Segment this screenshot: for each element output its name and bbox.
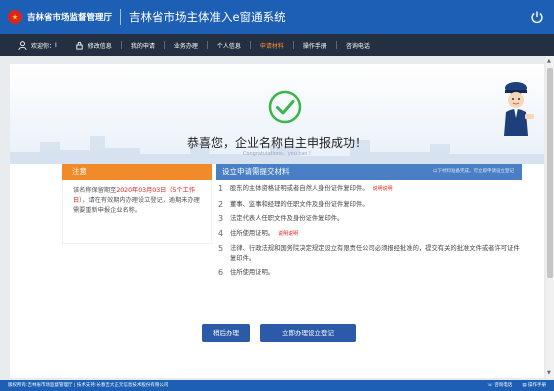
nav-divider (163, 41, 165, 49)
page-scrollbar[interactable]: ▲ ▼ (546, 56, 554, 378)
nav-hotline[interactable]: 咨询电话 (346, 41, 370, 50)
list-item: 4 住所使用证明。 说明说明 (216, 229, 522, 240)
item-number: 2 (218, 199, 224, 209)
top-nav: 欢迎你： I 修改信息 我的申请 业务办理 个人信息 申请材料 操作手册 咨询电… (0, 34, 554, 56)
notice-title: 注意 (62, 164, 212, 180)
page-footer: 版权所有:吉林省市场监督管理厅 | 技术支持:长春吉大正元信息技术股份有限公司 … (0, 380, 554, 391)
nav-my-applications[interactable]: 我的申请 (131, 41, 155, 50)
explain-link[interactable]: 说明说明 (278, 231, 298, 237)
list-item: 6 住所使用证明。 (216, 268, 522, 278)
item-text: 董事、监事和经理的任职文件及身份证件复印件。 (230, 200, 369, 208)
item-text: 住所使用证明。 说明说明 (230, 229, 299, 237)
materials-title: 设立申请需提交材料 (222, 167, 290, 176)
scrollbar-thumb[interactable] (547, 68, 553, 278)
agency-name: 吉林省市场监督管理厅 (27, 13, 113, 23)
scroll-down-icon[interactable]: ▼ (547, 370, 551, 376)
handle-later-button[interactable]: 稍后办理 (202, 324, 250, 342)
list-item: 2 董事、监事和经理的任职文件及身份证件复印件。 (216, 200, 522, 210)
power-icon[interactable] (530, 10, 544, 24)
item-text: 股东的主体资格证明或者自然人身份证件复印件。 说明说明 (230, 185, 393, 192)
materials-list: 1 股东的主体资格证明或者自然人身份证件复印件。 说明说明 2 董事、监事和经理的… (216, 180, 522, 278)
success-subtitle: Congratulations，you can ! (242, 151, 312, 157)
change-info-label: 修改信息 (87, 42, 112, 50)
nav-business[interactable]: 业务办理 (174, 41, 198, 50)
welcome-label: 欢迎你： (31, 42, 56, 50)
nav-manual[interactable]: 操作手册 (303, 41, 327, 50)
nav-divider (206, 41, 208, 49)
item-text: 住所使用证明。 (230, 269, 275, 276)
materials-panel: 设立申请需提交材料 以下材料准备完成，可立即申请设立登记 1 股东的主体资格证明… (216, 164, 522, 314)
item-text: 法律、行政法规和国务院决定规定设立有限责任公司必须报经批准的，提交有关的批准文件… (230, 245, 520, 262)
change-info-link[interactable]: 修改信息 (75, 41, 112, 50)
copyright-text: 版权所有:吉林省市场监督管理厅 | 技术支持:长春吉大正元信息技术股份有限公司 (8, 383, 169, 388)
item-number: 5 (218, 244, 224, 253)
user-name: I (55, 41, 57, 49)
main-content: 恭喜您，企业名称自主申报成功！ Congratulations，you can … (10, 64, 544, 378)
nav-divider (120, 41, 122, 49)
scroll-up-icon[interactable]: ▲ (547, 58, 551, 64)
app-header: 吉林省市场监督管理厅 吉林省市场主体准入e窗通系统 (0, 0, 554, 34)
user-icon (18, 40, 27, 50)
header-divider (120, 9, 122, 25)
footer-manual-link[interactable]: ▤ 操作手册 (522, 380, 546, 391)
list-item: 5 法律、行政法规和国务院决定规定设立有限责任公司必须报经批准的，提交有关的批准… (216, 244, 522, 263)
item-number: 1 (218, 184, 224, 193)
mascot-illustration-icon (504, 82, 534, 136)
notice-body: 该名称保留期至2020年03月03日（5个工作日），请在有效期内办理设立登记，逾… (62, 180, 212, 244)
list-item: 3 法定代表人任职文件及身份证件复印件。 (216, 214, 522, 224)
footer-links: ☏ 咨询电话 ▤ 操作手册 (487, 380, 546, 391)
notice-panel: 注意 该名称保留期至2020年03月03日（5个工作日），请在有效期内办理设立登… (62, 164, 212, 244)
materials-tip: 以下材料准备完成，可立即申请设立登记 (433, 169, 514, 174)
notice-text-before: 该名称保留期至 (73, 187, 117, 194)
item-number: 3 (218, 214, 224, 223)
lock-icon (76, 41, 83, 50)
notice-text-after: ，请在有效期内办理设立登记，逾期未办理需要重新申报企业名称。 (73, 197, 200, 214)
register-now-button[interactable]: 立即办理设立登记 (260, 324, 356, 342)
nav-divider (292, 41, 294, 49)
footer-phone-link[interactable]: ☏ 咨询电话 (487, 380, 512, 391)
item-number: 4 (218, 228, 224, 238)
materials-header: 设立申请需提交材料 以下材料准备完成，可立即申请设立登记 (216, 164, 522, 180)
item-text: 法定代表人任职文件及身份证件复印件。 (230, 215, 344, 222)
list-item: 1 股东的主体资格证明或者自然人身份证件复印件。 说明说明 (216, 184, 522, 195)
system-title: 吉林省市场主体准入e窗通系统 (129, 10, 286, 24)
nav-divider (249, 41, 251, 49)
nav-personal-info[interactable]: 个人信息 (217, 41, 241, 50)
explain-link[interactable]: 说明说明 (373, 186, 393, 192)
success-title: 恭喜您，企业名称自主申报成功！ (186, 136, 367, 150)
result-banner: 恭喜您，企业名称自主申报成功！ Congratulations，you can … (10, 64, 544, 164)
user-welcome: 欢迎你： I (18, 40, 57, 50)
national-emblem-icon (8, 10, 22, 24)
nav-application-materials[interactable]: 申请材料 (260, 41, 284, 50)
item-number: 6 (218, 268, 224, 277)
nav-divider (335, 41, 337, 49)
success-check-icon (268, 90, 302, 124)
